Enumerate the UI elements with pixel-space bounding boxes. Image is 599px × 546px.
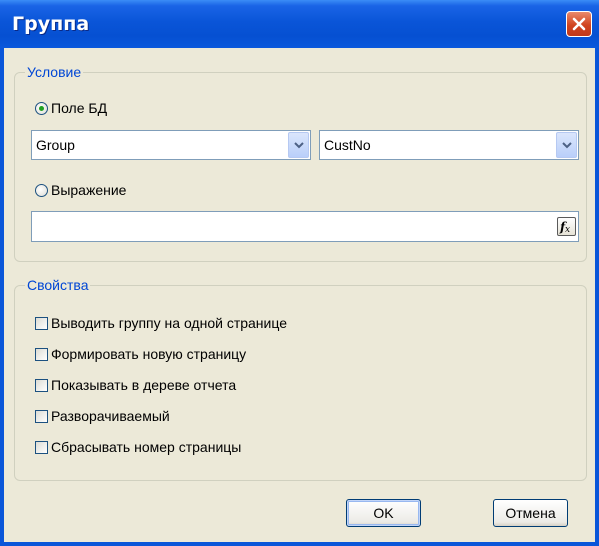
checkbox-one-page[interactable]: Выводить группу на одной странице [35,315,287,331]
group-dialog: Группа Условие Поле БД Group CustNo Выра… [0,0,599,546]
checkbox-reset-page-number[interactable]: Сбрасывать номер страницы [35,439,241,455]
checkbox-label: Сбрасывать номер страницы [51,439,242,455]
checkbox-label: Выводить группу на одной странице [51,315,287,331]
fx-icon: f x [559,220,570,234]
checkbox-box [35,409,48,423]
properties-legend: Свойства [25,277,91,293]
dataset-combo[interactable]: Group [31,130,311,160]
expression-editor-button[interactable]: f x [557,217,576,236]
ok-button[interactable]: OK [346,499,421,527]
cancel-button[interactable]: Отмена [493,499,568,527]
close-icon [572,17,586,31]
close-button[interactable] [566,11,592,37]
checkbox-label: Разворачиваемый [51,408,170,424]
checkbox-box [35,378,48,392]
field-combo[interactable]: CustNo [319,130,579,160]
dataset-dropdown-button[interactable] [288,132,309,158]
title-bar[interactable]: Группа [0,0,599,48]
checkbox-box [35,347,48,361]
chevron-down-icon [294,142,304,149]
db-field-radio-circle [35,101,48,115]
expression-input[interactable]: f x [31,211,579,242]
checkbox-box [35,316,48,330]
field-dropdown-button[interactable] [556,132,577,158]
expression-radio-circle [35,183,48,197]
dataset-value: Group [36,137,75,153]
field-value: CustNo [324,137,371,153]
radio-selected-dot [39,105,44,111]
expression-label: Выражение [51,182,127,198]
checkbox-box [35,440,48,454]
db-field-radio[interactable]: Поле БД [35,100,107,116]
svg-text:x: x [565,225,570,234]
checkbox-new-page[interactable]: Формировать новую страницу [35,346,246,362]
expression-radio[interactable]: Выражение [35,182,126,198]
checkbox-show-in-tree[interactable]: Показывать в дереве отчета [35,377,236,393]
dialog-title: Группа [12,13,90,35]
checkbox-label: Формировать новую страницу [51,346,247,362]
condition-group: Условие Поле БД Group CustNo Выражение f… [14,64,587,262]
chevron-down-icon [562,142,572,149]
checkbox-label: Показывать в дереве отчета [51,377,237,393]
checkbox-expandable[interactable]: Разворачиваемый [35,408,170,424]
condition-legend: Условие [25,64,84,80]
properties-group: Свойства Выводить группу на одной страни… [14,277,587,481]
dialog-body: Условие Поле БД Group CustNo Выражение f… [4,48,595,542]
db-field-label: Поле БД [51,100,108,116]
